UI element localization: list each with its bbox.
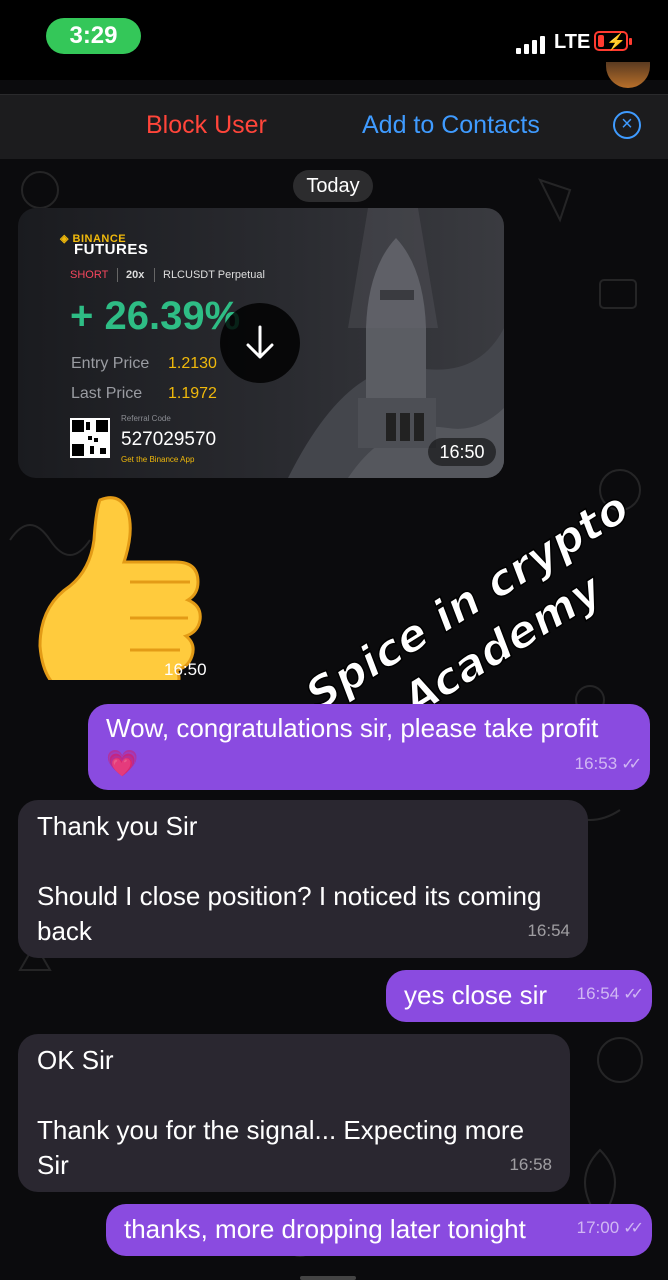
status-time[interactable]: 3:29 — [46, 18, 141, 54]
read-ticks-icon: ✓✓ — [623, 986, 644, 1003]
divider — [117, 268, 118, 282]
message-time: 17:00 — [576, 1218, 620, 1237]
battery-icon: ⚡ — [594, 31, 632, 51]
home-indicator — [300, 1276, 356, 1280]
message-time-wrap: 16:54 ✓✓ — [576, 976, 644, 1012]
referral-code: 527029570 — [121, 429, 217, 450]
message-bubble-outgoing[interactable]: Wow, congratulations sir, please take pr… — [88, 704, 650, 790]
read-ticks-icon: ✓✓ — [623, 1220, 644, 1237]
entry-price-value: 1.2130 — [168, 355, 217, 372]
message-text: Wow, congratulations sir, please take pr… — [106, 713, 599, 743]
trade-leverage: 20x — [126, 269, 145, 281]
message-time: 16:54 — [527, 921, 570, 940]
message-bubble-incoming[interactable]: Thank you Sir Should I close position? I… — [18, 800, 588, 958]
download-icon[interactable] — [220, 303, 300, 383]
emoji-heart: 💗 — [106, 748, 139, 778]
trade-pair: RLCUSDT Perpetual — [163, 269, 265, 281]
add-to-contacts-button[interactable]: Add to Contacts — [362, 111, 540, 140]
contact-action-bar: Block User Add to Contacts × — [0, 94, 668, 159]
watermark: Spice in crypto Academy — [296, 481, 639, 728]
last-price-label: Last Price — [71, 385, 143, 402]
message-text: Should I close position? I noticed its c… — [37, 881, 542, 911]
signal-icon — [516, 36, 545, 54]
image-message[interactable]: ◈ BINANCE FUTURES SHORT 20x RLCUSDT Perp… — [18, 208, 504, 478]
divider — [154, 268, 155, 282]
date-divider: Today — [293, 170, 373, 202]
message-text: Thank you Sir — [37, 811, 198, 841]
read-ticks-icon: ✓✓ — [621, 756, 642, 773]
entry-price-label: Entry Price — [71, 355, 150, 372]
message-text: Thank you for the signal... Expecting mo… — [37, 1115, 525, 1145]
thumbs-up-icon — [38, 496, 202, 680]
message-text: Sir — [37, 1150, 69, 1180]
pnl-percentage: + 26.39% — [70, 294, 241, 338]
message-time: 16:54 — [576, 984, 620, 1003]
message-text: yes close sir — [404, 980, 548, 1010]
message-time: 16:50 — [428, 438, 496, 466]
message-time-wrap: 17:00 ✓✓ — [576, 1210, 644, 1246]
last-price-value: 1.1972 — [168, 385, 217, 402]
message-time-wrap: 16:53 ✓✓ — [574, 746, 642, 782]
network-type: LTE — [554, 31, 591, 53]
message-bubble-incoming[interactable]: OK Sir Thank you for the signal... Expec… — [18, 1034, 570, 1192]
message-text: thanks, more dropping later tonight — [124, 1214, 526, 1244]
status-bar: 3:29 LTE ⚡ — [0, 0, 668, 80]
message-time: 16:58 — [509, 1155, 552, 1174]
message-text: back — [37, 916, 92, 946]
close-icon[interactable]: × — [613, 111, 641, 139]
message-bubble-outgoing[interactable]: yes close sir 16:54 ✓✓ — [386, 970, 652, 1022]
referral-label: Referral Code — [121, 414, 171, 423]
qr-code-icon — [70, 418, 110, 458]
message-time: 16:50 — [164, 660, 207, 679]
message-text: OK Sir — [37, 1045, 114, 1075]
avatar[interactable] — [606, 62, 650, 88]
referral-app-text: Get the Binance App — [121, 455, 195, 464]
product-text: FUTURES — [74, 241, 149, 258]
message-time: 16:53 — [574, 754, 618, 773]
block-user-button[interactable]: Block User — [146, 111, 267, 140]
trade-side: SHORT — [70, 269, 109, 281]
message-bubble-outgoing[interactable]: thanks, more dropping later tonight 17:0… — [106, 1204, 652, 1256]
